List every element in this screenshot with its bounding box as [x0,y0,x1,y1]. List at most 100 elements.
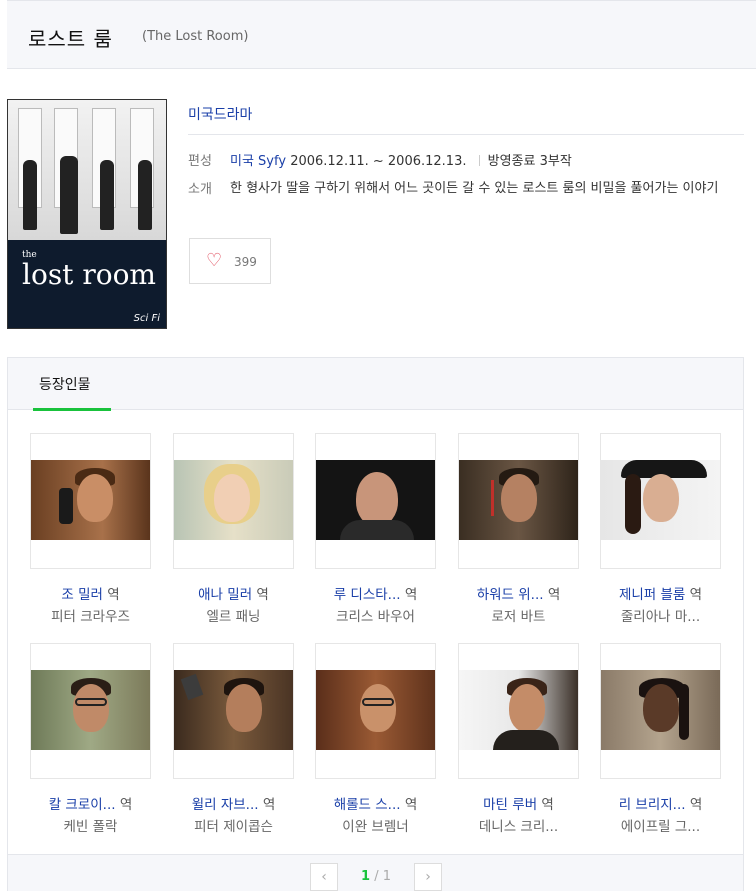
camera-shape [180,673,204,701]
cast-photo[interactable] [458,433,579,569]
page-indicator: 1 / 1 [361,869,391,884]
poster-scene [8,100,166,240]
cast-photo[interactable] [30,433,151,569]
cast-photo-image [31,670,150,750]
cast-photo-face [356,472,398,526]
cast-role[interactable]: 칼 크로이... 역 [30,793,151,813]
cast-photo-image [459,460,578,540]
like-count: 399 [234,255,257,269]
cast-photo-image [31,460,150,540]
cast-role-name[interactable]: 리 브리지... [619,797,686,813]
glasses-shape [362,698,394,706]
phone-shape [59,488,73,524]
cast-photo-face [226,684,262,732]
next-page-button[interactable]: › [414,863,442,891]
cast-role-suffix: 역 [541,797,554,813]
page-separator: / [374,869,379,884]
poster-figure [60,156,78,234]
cast-role-suffix: 역 [689,587,703,603]
cast-photo[interactable] [30,643,151,779]
cast-actor[interactable]: 크리스 바우어 [315,605,436,625]
like-button[interactable]: ♡ 399 [189,238,271,284]
cast-role-name[interactable]: 제니퍼 블룸 [619,587,685,603]
broadcast-channel-link[interactable]: 미국 Syfy [230,154,286,169]
cast-actor[interactable]: 피터 제이콥슨 [173,815,294,835]
cast-actor[interactable]: 데니스 크리... [458,815,579,835]
poster-figure [23,160,37,230]
cast-role-name[interactable]: 윌리 자브... [192,797,259,813]
cast-role[interactable]: 루 디스타... 역 [315,583,436,603]
cast-role-suffix: 역 [404,587,418,603]
cast-actor[interactable]: 줄리아나 마... [600,605,721,625]
cast-role-suffix: 역 [256,587,269,603]
cast-role[interactable]: 리 브리지... 역 [600,793,721,813]
cast-actor[interactable]: 에이프릴 그... [600,815,721,835]
cast-actor[interactable]: 엘르 패닝 [173,605,294,625]
cast-photo-image [316,670,435,750]
network-logo: Sci Fi [133,313,160,324]
cast-role-name[interactable]: 칼 크로이... [49,797,116,813]
cast-role[interactable]: 하워드 위... 역 [458,583,579,603]
cast-role-suffix: 역 [404,797,418,813]
cast-actor[interactable]: 케빈 폴락 [30,815,151,835]
page-title: 로스트 룸 [28,27,113,51]
cast-photo[interactable] [173,433,294,569]
tab-cast-label: 등장인물 [39,377,91,393]
cast-photo-image [174,460,293,540]
cast-role-suffix: 역 [119,797,133,813]
broadcast-label: 편성 [188,154,212,169]
cast-photo-hair [625,474,641,534]
info-separator [478,155,480,166]
cast-role-name[interactable]: 마틴 루버 [483,797,537,813]
cast-role-name[interactable]: 루 디스타... [334,587,401,603]
cast-photo-face [643,684,679,732]
synopsis-label: 소개 [188,182,212,197]
synopsis-text: 한 형사가 딸을 구하기 위해서 어느 곳이든 갈 수 있는 로스트 룸의 비밀… [230,181,719,196]
cast-pagination: ‹ 1 / 1 › [8,854,743,891]
page-subtitle: (The Lost Room) [142,29,249,44]
cast-photo-braid [679,684,689,740]
glasses-shape [75,698,107,706]
cast-role[interactable]: 조 밀러 역 [30,583,151,603]
cast-photo-image [601,670,720,750]
cast-photo-face [643,474,679,522]
current-page: 1 [361,869,371,884]
cast-photo[interactable] [458,643,579,779]
cast-role-name[interactable]: 조 밀러 [61,587,103,603]
cast-photo[interactable] [600,433,721,569]
heart-icon: ♡ [206,250,223,271]
tab-cast[interactable]: 등장인물 [33,358,111,411]
cast-photo[interactable] [315,643,436,779]
cast-photo-image [459,670,578,750]
cast-role[interactable]: 마틴 루버 역 [458,793,579,813]
cast-photo-face [73,684,109,732]
cast-actor[interactable]: 로저 바트 [458,605,579,625]
cast-photo[interactable] [600,643,721,779]
genre-link[interactable]: 미국드라마 [188,104,252,124]
cast-role-name[interactable]: 애나 밀러 [198,587,252,603]
cast-photo-face [360,684,396,732]
broadcast-row: 편성 미국 Syfy 2006.12.11. ~ 2006.12.13. 방영종료… [188,150,572,169]
cast-role-name[interactable]: 하워드 위... [477,587,544,603]
cast-header: 등장인물 [8,358,743,411]
poster-image[interactable]: the lost room Sci Fi [7,99,167,329]
cast-photo-face [77,474,113,522]
cast-actor[interactable]: 피터 크라우즈 [30,605,151,625]
cast-role[interactable]: 윌리 자브... 역 [173,793,294,813]
cast-role-name[interactable]: 해롤드 스... [334,797,401,813]
cast-role[interactable]: 제니퍼 블룸 역 [600,583,721,603]
cast-photo-face [214,474,250,522]
poster-figure [138,160,152,230]
prev-page-button[interactable]: ‹ [310,863,338,891]
cast-photo-image [316,460,435,540]
cast-actor[interactable]: 이완 브렘너 [315,815,436,835]
cast-photo-body [340,520,414,540]
cast-photo-image [601,460,720,540]
cast-role-suffix: 역 [689,797,703,813]
poster-logo: lost room [22,258,156,291]
cast-photo[interactable] [315,433,436,569]
cast-role[interactable]: 애나 밀러 역 [173,583,294,603]
total-pages: 1 [382,869,391,884]
cast-photo[interactable] [173,643,294,779]
cast-role[interactable]: 해롤드 스... 역 [315,793,436,813]
